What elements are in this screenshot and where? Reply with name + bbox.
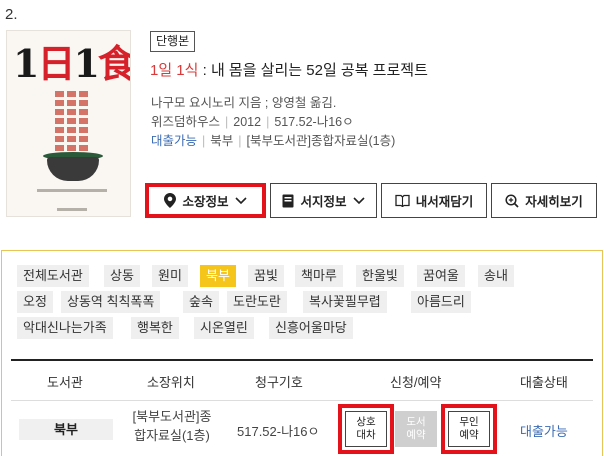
book-authors: 나구모 요시노리 지음 ; 양영철 옮김. [151,96,337,110]
open-book-icon [395,194,410,207]
publication-year: 2012 [233,115,262,129]
table-header-divider [11,400,593,401]
column-header-library: 도서관 [47,375,83,390]
interlibrary-loan-highlight: 상호 대차 [338,404,394,454]
holdings-info-button[interactable]: 소장정보 [145,183,266,218]
library-tag[interactable]: 악대신나는가족 [17,317,113,339]
library-tag[interactable]: 아름드리 [411,291,471,313]
library-tag[interactable]: 숲속 [183,291,219,313]
library-tag[interactable]: 전체도서관 [17,265,89,287]
library-tag[interactable]: 책마루 [295,265,343,287]
call-number: 517.52-나16ㅇ [274,115,354,129]
add-to-my-shelf-button[interactable]: 내서재담기 [381,183,487,218]
unmanned-reservation-button[interactable]: 무인 예약 [448,411,490,447]
title-highlight: 1일 1식 [150,62,199,79]
title-rest: : 내 몸을 살리는 52일 공복 프로젝트 [198,62,428,79]
library-tag[interactable]: 한울빛 [356,265,404,287]
library-tag[interactable]: 도란도란 [227,291,287,313]
item-number: 2. [5,6,18,23]
library-tag[interactable]: 원미 [152,265,188,287]
row-location: [북부도서관]종합자료실(1층) [132,409,212,443]
library-tag[interactable]: 오정 [17,291,53,313]
book-icon [282,194,294,207]
cover-vertical-text [49,91,93,161]
cover-title: 1日1食 [13,41,131,86]
row-call-number: 517.52-나16ㅇ [237,424,320,439]
library-tag[interactable]: 꿈여울 [417,265,465,287]
column-header-location: 소장위치 [147,375,195,390]
library-tag[interactable]: 송내 [478,265,514,287]
library-tag[interactable]: 복사꽃필무렵 [303,291,387,313]
book-cover-image[interactable]: 1日1食 [6,30,131,217]
shelf-location: [북부도서관]종합자료실(1층) [246,134,396,148]
row-library: 북부 [19,419,113,440]
loan-status: 대출가능 [151,134,198,148]
bibliographic-info-button[interactable]: 서지정보 [270,183,377,218]
column-header-status: 대출상태 [520,375,568,390]
location-pin-icon [164,193,177,208]
library-tag[interactable]: 상동 [104,265,140,287]
book-reservation-button[interactable]: 도서 예약 [395,411,437,447]
library-tag[interactable]: 꿈빛 [248,265,284,287]
row-loan-status[interactable]: 대출가능 [520,421,568,440]
publisher: 위즈덤하우스 [151,115,221,129]
chevron-down-icon [234,196,247,204]
library-tag[interactable]: 신흥어울마당 [269,317,353,339]
view-details-button[interactable]: 자세히보기 [491,183,597,218]
column-header-call-number: 청구기호 [255,375,303,390]
library-tag[interactable]: 행복한 [131,317,179,339]
library-tag-active[interactable]: 북부 [200,265,236,287]
magnifier-plus-icon [505,193,519,208]
library-tag[interactable]: 상동역 칙칙폭폭 [61,291,161,313]
chevron-down-icon [352,196,365,204]
library-tag[interactable]: 시온열린 [194,317,254,339]
interlibrary-loan-button[interactable]: 상호 대차 [345,411,387,447]
table-top-border [11,359,593,361]
material-type-badge: 단행본 [150,31,196,52]
column-header-request: 신청/예약 [390,375,442,390]
book-availability: 대출가능 | 북부 | [북부도서관]종합자료실(1층) [151,134,396,148]
branch-name: 북부 [210,134,234,148]
book-title[interactable]: 1일 1식 : 내 몸을 살리는 52일 공복 프로젝트 [150,59,428,80]
unmanned-reservation-highlight: 무인 예약 [441,404,497,454]
book-publication-info: 위즈덤하우스 | 2012 | 517.52-나16ㅇ [151,115,354,129]
